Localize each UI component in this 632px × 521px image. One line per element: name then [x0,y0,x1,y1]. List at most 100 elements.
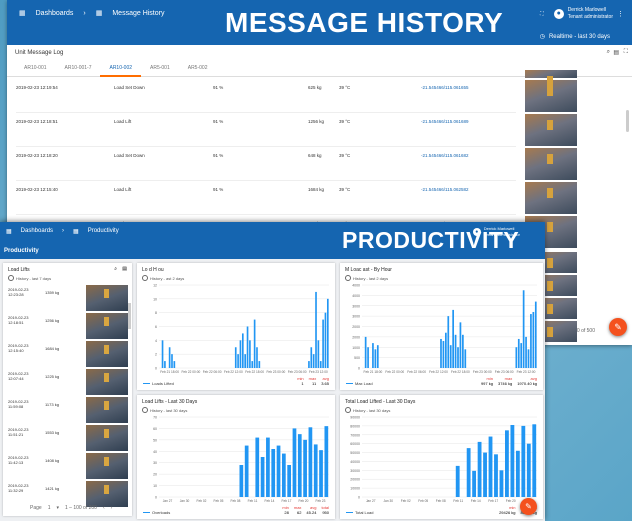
lift-weight: 1256 kg [45,318,60,323]
bar [292,428,297,497]
cell-event: Load Lift [114,187,132,192]
stat-column: avg 45.24 [306,505,316,515]
scrollbar[interactable] [626,110,629,132]
table-row[interactable]: 2019-02-23 12:18:20 Load Set Down 91 % 648 … [16,147,516,181]
table-row[interactable]: 2019-02-23 12:18:51 Load Lift 91 % 1256 kg 3… [16,113,516,147]
dashboards-icon: ▦ [19,10,26,17]
y-tick-label: 1000 [352,346,360,350]
user-role: Tenant administrator [567,14,613,20]
user-menu[interactable]: ⛶ ● Derrick Marlowell Tenant administrat… [540,7,624,21]
productivity-header: ▦ Dashboards › ▦ Productivity Productivi… [0,222,545,259]
photo-thumbnail[interactable] [86,397,128,423]
unit-message-log-header: Unit Message Log ⌕ ▤ ⛶ [7,45,632,59]
download-icon[interactable]: ▤ [613,49,619,56]
list-item[interactable]: 2019-02-23 11:59:08 1173 kg [8,397,128,424]
timewindow[interactable]: ◷ Realtime - last 30 days [540,33,610,41]
x-tick-label: Jan 27 [163,499,173,503]
y-tick-label: 2000 [352,335,360,339]
tab-ar5-001[interactable]: AR5-001 [141,59,179,77]
bar [271,449,276,497]
tab-ar10-001[interactable]: AR10-001 [15,59,56,77]
search-icon[interactable]: ⌕ [114,266,117,272]
y-tick-label: 2 [155,353,157,357]
y-tick-label: 90000 [350,416,360,420]
bar [457,347,459,368]
bar [319,361,322,368]
list-item[interactable]: 2019-02-23 12:15:40 1684 kg [8,341,128,368]
bar [376,345,379,368]
more-icon[interactable]: ⋮ [617,11,624,18]
list-item[interactable]: 2019-02-23 11:51:21 1553 kg [8,425,128,452]
x-tick-label: Feb 17 [282,499,292,503]
photo-thumbnail[interactable] [86,285,128,311]
chart-legend[interactable]: Loads Lifted [143,381,174,386]
bar [477,441,482,497]
max-load-by-hour-panel: M Loac ast - By Hour History - last 2 day… [340,263,543,390]
list-item[interactable]: 2019-02-23 11:42:13 1408 kg [8,453,128,480]
prev-page-icon[interactable]: ‹ [103,505,105,511]
chevron-right-icon: › [62,228,65,234]
edit-fab-button[interactable]: ✎ [609,318,627,336]
cell-loc[interactable]: -21.545466/115.061655 [421,85,468,90]
chart-legend[interactable]: Overloads [143,510,170,515]
breadcrumb-dashboards[interactable]: Dashboards [21,228,53,235]
tab-ar5-002[interactable]: AR5-002 [179,59,217,77]
bar [505,430,509,497]
lift-weight: 1359 kg [45,290,60,295]
bar [237,354,239,368]
tab-ar10-001-7[interactable]: AR10-001-7 [56,59,101,77]
table-row[interactable]: 2019-02-23 12:19:54 Load Set Down 91 % 625 … [16,79,516,113]
scrollbar[interactable] [128,303,131,329]
user-menu[interactable]: ● Derrick Marlowell Tenant administrator [472,226,520,238]
photo-thumbnail[interactable] [525,70,577,86]
photo-thumbnail[interactable] [525,114,577,146]
next-page-icon[interactable]: › [111,505,113,511]
bar [530,314,532,368]
page-select[interactable]: 1 [48,505,51,511]
download-icon[interactable]: ▤ [122,266,127,272]
photo-thumbnail[interactable] [86,481,128,507]
x-tick-label: Feb 22 06:00 [407,370,426,374]
cell-loc[interactable]: -21.545466/115.061682 [421,153,468,158]
bar [315,291,317,368]
stat-value: 45.24 [306,510,317,515]
bar-chart: 0 10000 20000 30000 40000 50000 60000 70000 8000… [350,416,537,503]
bar [168,347,171,368]
x-tick-label: Feb 22 00:00 [181,370,200,374]
stat-value: 28 [284,510,289,515]
tab-ar10-002[interactable]: AR10-002 [100,59,141,77]
fullscreen-icon[interactable]: ⛶ [624,49,628,56]
photo-thumbnail[interactable] [86,369,128,395]
y-tick-label: 60 [153,427,157,431]
lift-date: 2019-02-23 11:32:29 [8,483,29,493]
list-item[interactable]: 2019-02-23 12:07:44 1225 kg [8,369,128,396]
bar [260,457,265,497]
list-item[interactable]: 2019-02-23 12:18:51 1256 kg [8,313,128,340]
photo-thumbnail[interactable] [86,453,128,479]
chart-legend[interactable]: Max Load [346,381,373,386]
fullscreen-icon[interactable]: ⛶ [540,11,544,18]
dashboards-icon: ▦ [6,229,12,235]
chart-legend[interactable]: Total Load [346,510,373,515]
photo-thumbnail[interactable] [525,182,577,214]
cell-loc[interactable]: -21.545466/115.062582 [421,187,468,192]
chevron-right-icon: › [83,9,86,17]
photo-thumbnail[interactable] [86,425,128,451]
stat-column: max 11 [309,376,317,386]
photo-thumbnail[interactable] [86,313,128,339]
x-tick-label: Feb 21 18:00 [160,370,179,374]
breadcrumb-dashboards[interactable]: Dashboards [36,10,74,17]
search-icon[interactable]: ⌕ [607,49,610,56]
table-row[interactable]: 2019-02-23 12:15:40 Load Lift 91 % 1684 kg 3… [16,181,516,215]
lift-date: 2019-02-23 11:59:08 [8,399,29,409]
photo-thumbnail[interactable] [525,148,577,180]
list-item[interactable]: 2019-02-23 12:23:28 1359 kg [8,285,128,312]
x-tick-label: Feb 23 06:00 [495,370,514,374]
photo-thumbnail[interactable] [86,341,128,367]
edit-fab-button[interactable]: ✎ [520,498,537,515]
cell-loc[interactable]: -21.545466/115.061689 [421,119,468,124]
list-item[interactable]: 2019-02-23 11:32:29 1421 kg [8,481,128,508]
legend-swatch [143,511,150,514]
cell-pct: 91 % [213,187,224,192]
bar [276,445,281,497]
